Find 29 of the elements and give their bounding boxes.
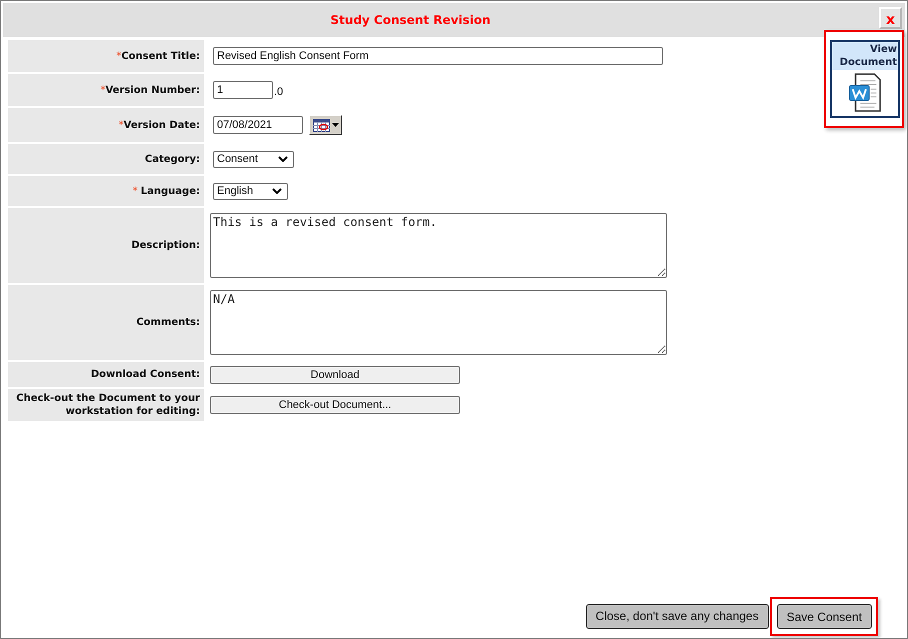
field-label: *Consent Title: — [116, 50, 200, 62]
field-label: Category: — [144, 152, 200, 166]
field-label: * Language: — [132, 184, 200, 198]
chevron-down-icon — [278, 156, 288, 162]
text-field[interactable]: 1 — [213, 81, 273, 99]
text-field[interactable]: Revised English Consent Form — [213, 47, 663, 65]
field-label: *Version Number: — [100, 84, 200, 96]
date-field[interactable]: 07/08/2021 — [213, 116, 303, 134]
window-title: Study Consent Revision — [330, 12, 491, 29]
caret-down-icon — [332, 123, 338, 127]
field-label: *Version Date: — [118, 118, 200, 132]
footer-button[interactable]: Save Consent — [776, 604, 872, 629]
calendar-button[interactable] — [309, 115, 342, 135]
view-document-button[interactable]: View Document — [830, 40, 900, 118]
field-label: Description: — [131, 239, 200, 252]
text-area[interactable]: This is a revised consent form. — [210, 213, 667, 278]
action-button[interactable]: Check-out Document... — [210, 396, 460, 414]
calendar-icon — [312, 118, 330, 132]
chevron-down-icon — [272, 188, 282, 194]
field-label: Check-out the Document to your workstation for editing: — [15, 392, 200, 418]
action-button[interactable]: Download — [210, 366, 460, 384]
dropdown-select[interactable]: English — [213, 182, 288, 200]
version-suffix: .0 — [274, 86, 284, 99]
field-label: Download Consent: — [90, 368, 200, 381]
field-label: Comments: — [136, 316, 200, 329]
word-document-icon — [848, 73, 882, 113]
dropdown-select[interactable]: Consent — [213, 150, 294, 168]
text-area[interactable]: N/A — [210, 290, 667, 355]
footer-button[interactable]: Close, don't save any changes — [586, 604, 769, 629]
